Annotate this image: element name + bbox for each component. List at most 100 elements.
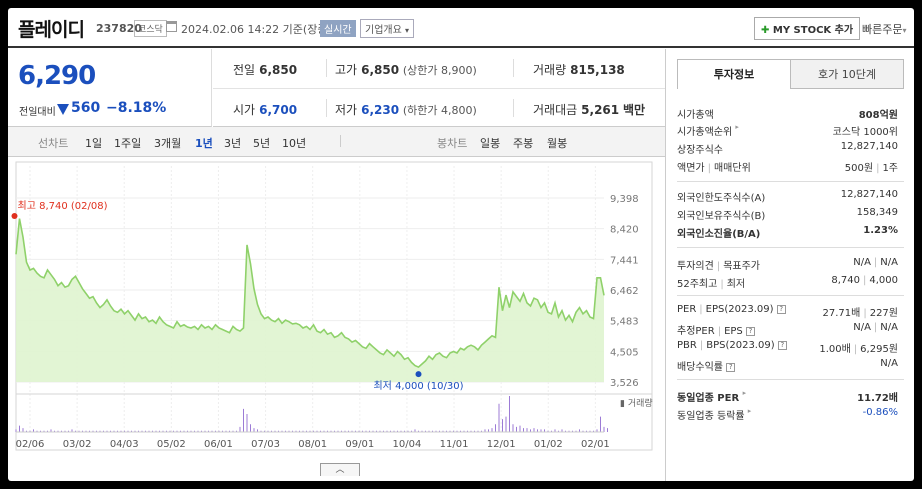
chevron-up-icon: ︿ [335,465,345,475]
candle-chart-label[interactable]: 봉차트 [437,135,467,151]
dividend-value: N/A [880,358,898,369]
investment-info-panel: 투자정보 호가 10단계 시가총액 808억원 시가총액순위 ▸ 코스닥 1000위… [665,49,914,481]
company-info-dropdown[interactable]: 기업개요 ▾ [360,19,415,38]
prev-close-label: 전일 [233,63,256,77]
price-area [16,218,604,382]
realtime-badge[interactable]: 실시간 [320,20,356,37]
max-marker [11,213,18,219]
lower-limit-value: 4,800 [441,104,473,117]
stock-widget: 플레이디 237820 코스닥 2024.02.06 14:22 기준(장중) … [8,8,914,481]
stock-name: 플레이디 [18,19,85,41]
est-eps-value: N/A [880,322,898,333]
opinion-label: 투자의견 [677,261,714,272]
separator: | [873,257,878,268]
trade-value-label: 거래대금 [533,103,578,117]
help-icon[interactable]: ? [726,362,736,372]
low-label: 저가 [335,103,358,117]
prev-close: 전일 6,850 [233,61,297,78]
period-3y[interactable]: 3년 [224,135,241,151]
foreign-rate-value: 1.23% [863,225,898,236]
max-annotation: 최고 8,740 (02/08) [18,200,108,212]
x-tick-label: 02/06 [16,439,45,450]
more-icon[interactable]: ▸ [748,407,752,415]
pbr-label: PBR [677,340,697,351]
min-marker [415,371,422,378]
separator: | [707,163,711,174]
y-tick-label: 9,398 [610,194,639,205]
high-price: 고가 6,850 (상한가 8,900) [335,61,477,78]
lower-limit-label: (하한가 [402,104,438,117]
help-icon[interactable]: ? [777,340,787,350]
sector-per-value: 11.72배 [857,393,898,404]
candle-daily[interactable]: 일봉 [480,135,500,151]
high-value: 6,850 [361,63,400,77]
opinion-row: 투자의견 | 목표주가 N/A | N/A [677,257,904,273]
volume-label: ▮ 거래량 [620,397,653,409]
divider [677,295,904,296]
lower-limit-paren: ) [472,104,477,117]
foreign-hold-row: 외국인보유주식수(B) 158,349 [677,207,904,223]
chevron-down-icon: ▾ [902,26,907,35]
candle-weekly[interactable]: 주봉 [513,135,533,151]
candle-monthly[interactable]: 월봉 [547,135,567,151]
quick-order-button[interactable]: 빠른주문▾ [862,21,907,37]
est-per-label: 추정PER [677,326,715,337]
upper-limit-value: 8,900 [441,64,473,77]
x-tick-label: 06/01 [204,439,233,450]
per-value: 27.71배 [822,308,861,319]
current-price-box: 6,290 전일대비 560 −8.18% [8,49,212,127]
quote-summary: 전일 6,850 고가 6,850 (상한가 8,900) 거래량 815,138 시… [213,49,665,127]
period-3m[interactable]: 3개월 [154,135,181,151]
y-tick-label: 4,505 [610,347,639,358]
volume: 거래량 815,138 [533,61,625,78]
bps-label: BPS(2023.09) [706,340,775,351]
sector-change-value: -0.86% [862,407,898,418]
quote-row: 시가 6,700 저가 6,230 (하한가 4,800) 거래대금 5,261 백만 [213,88,665,127]
min-annotation: 최저 4,000 (10/30) [373,380,463,392]
52w-low-label: 최저 [726,279,746,290]
more-icon[interactable]: ▸ [743,389,747,397]
more-icon[interactable]: ▸ [735,123,739,131]
low-value: 6,230 [361,103,400,117]
add-my-stock-button[interactable]: ✚ MY STOCK 추가 [754,17,861,40]
change-label: 전일대비 [19,107,56,118]
period-1w[interactable]: 1주일 [114,135,141,151]
upper-limit-label: (상한가 [402,64,438,77]
tab-order-book[interactable]: 호가 10단계 [790,59,904,89]
y-tick-label: 3,526 [610,378,639,389]
separator: | [699,340,704,351]
foreign-limit-value: 12,827,140 [840,189,898,200]
y-tick-label: 6,462 [610,286,639,297]
help-icon[interactable]: ? [745,326,755,336]
est-per-value: N/A [853,322,871,333]
period-1d[interactable]: 1일 [85,135,102,151]
x-tick-label: 10/04 [393,439,422,450]
per-row: PER | EPS(2023.09) ? 27.71배 | 227원 [677,304,904,320]
par-label: 액면가 [677,163,705,174]
y-tick-label: 8,420 [610,225,639,236]
quote-row: 전일 6,850 고가 6,850 (상한가 8,900) 거래량 815,138 [213,49,665,88]
open-price: 시가 6,700 [233,101,297,118]
line-chart-label[interactable]: 선차트 [38,135,68,151]
sector-per-row: 동일업종 PER ▸ 11.72배 [677,389,904,405]
tab-investment-info[interactable]: 투자정보 [677,59,791,89]
price-chart[interactable]: 9,398 8,420 7,441 6,462 5,483 4,505 3,526 02/06… [8,158,665,460]
prev-close-value: 6,850 [259,63,298,77]
trade-value: 거래대금 5,261 백만 [533,101,645,118]
separator: | [853,344,858,355]
period-10y[interactable]: 10년 [282,135,306,151]
market-cap-label: 시가총액 [677,110,714,121]
divider [326,59,327,77]
pbr-row: PBR | BPS(2023.09) ? 1.00배 | 6,295원 [677,340,904,356]
help-icon[interactable]: ? [776,304,786,314]
collapse-chart-toggle[interactable]: ︿ [320,463,360,476]
period-5y[interactable]: 5년 [253,135,270,151]
foreign-limit-row: 외국인한도주식수(A) 12,827,140 [677,189,904,205]
volume-label: 거래량 [533,63,567,77]
separator: | [873,322,878,333]
high-label: 고가 [335,63,358,77]
x-tick-label: 01/02 [534,439,563,450]
x-tick-label: 08/01 [298,439,327,450]
period-1y[interactable]: 1년 [195,135,213,151]
divider [513,59,514,77]
